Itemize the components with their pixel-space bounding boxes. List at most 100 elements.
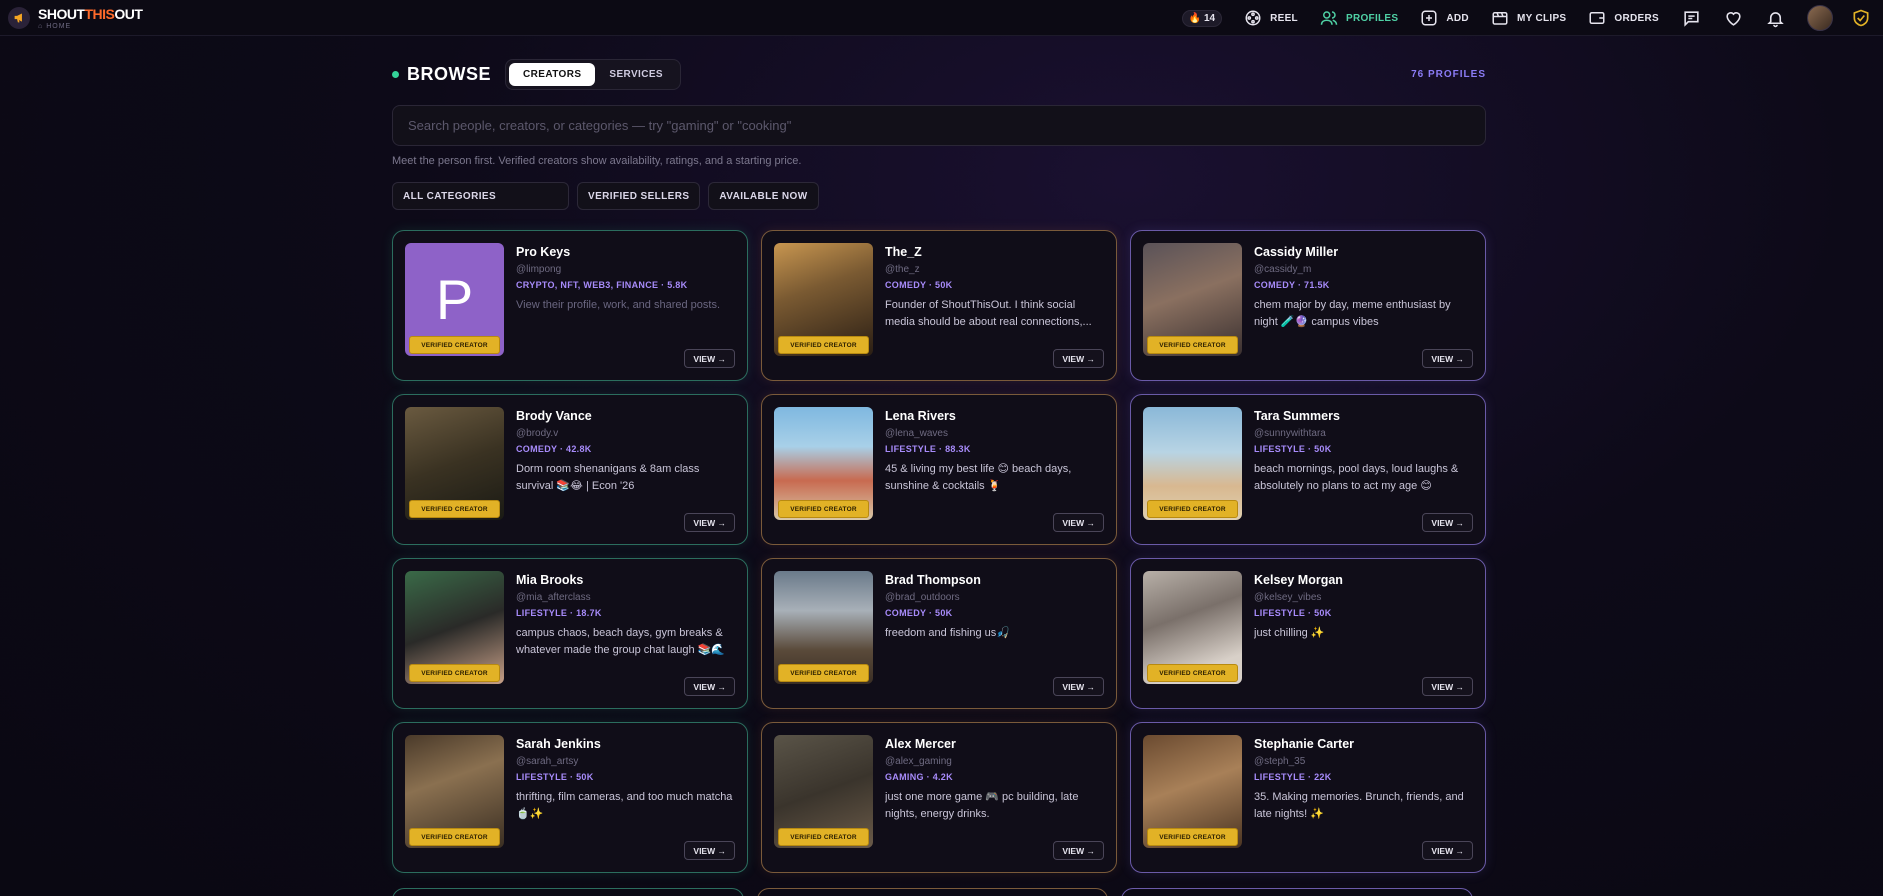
plus-square-icon: [1421, 10, 1437, 26]
creator-name: Brad Thompson: [885, 573, 981, 587]
creator-card[interactable]: VERIFIED CREATOR Tara Summers @sunnywith…: [1130, 394, 1486, 545]
view-button[interactable]: VIEW →: [1053, 513, 1104, 532]
nav-add[interactable]: ADD: [1420, 9, 1469, 27]
verified-badge: VERIFIED CREATOR: [409, 828, 500, 846]
creator-bio: chem major by day, meme enthusiast by ni…: [1254, 299, 1451, 328]
creator-tags: LIFESTYLE · 88.3K: [885, 444, 971, 454]
favorites-button[interactable]: [1723, 8, 1743, 28]
creator-bio: just chilling ✨: [1254, 627, 1325, 639]
view-button[interactable]: VIEW →: [1422, 513, 1473, 532]
coins-count: 14: [1203, 12, 1216, 24]
creator-photo: VERIFIED CREATOR: [405, 571, 504, 684]
creator-name: Cassidy Miller: [1254, 245, 1339, 259]
creator-handle: @limpong: [516, 264, 562, 275]
creator-handle: @brody.v: [516, 428, 559, 439]
verified-badge: VERIFIED CREATOR: [778, 500, 869, 518]
card-peek: [756, 888, 1109, 896]
notifications-button[interactable]: [1765, 8, 1785, 28]
creator-handle: @mia_afterclass: [516, 592, 591, 603]
verified-badge: VERIFIED CREATOR: [1147, 664, 1238, 682]
creator-photo: VERIFIED CREATOR: [405, 735, 504, 848]
creator-bio: campus chaos, beach days, gym breaks & w…: [516, 627, 726, 656]
creator-card[interactable]: VERIFIED CREATOR Mia Brooks @mia_aftercl…: [392, 558, 748, 709]
view-button[interactable]: VIEW →: [684, 841, 735, 860]
creator-bio: just one more game 🎮 pc building, late n…: [885, 791, 1079, 820]
user-avatar[interactable]: [1807, 5, 1833, 31]
creator-photo: VERIFIED CREATOR: [1143, 571, 1242, 684]
view-button[interactable]: VIEW →: [1422, 841, 1473, 860]
filter-bar: ALL CATEGORIES VERIFIED SELLERS AVAILABL…: [392, 182, 827, 210]
card-peek: [392, 888, 744, 896]
creator-photo: VERIFIED CREATOR: [774, 243, 873, 356]
creator-card[interactable]: VERIFIED CREATOR Sarah Jenkins @sarah_ar…: [392, 722, 748, 873]
available-now-filter[interactable]: AVAILABLE NOW: [708, 182, 819, 210]
creator-photo: VERIFIED CREATOR: [774, 407, 873, 520]
creator-handle: @alex_gaming: [885, 756, 952, 767]
creator-bio: Dorm room shenanigans & 8am class surviv…: [516, 463, 700, 492]
creator-card[interactable]: VERIFIED CREATOR Alex Mercer @alex_gamin…: [761, 722, 1117, 873]
creator-bio: 45 & living my best life 😊 beach days, s…: [885, 463, 1072, 492]
creator-card[interactable]: VERIFIED CREATOR Kelsey Morgan @kelsey_v…: [1130, 558, 1486, 709]
creator-photo: VERIFIED CREATOR: [1143, 407, 1242, 520]
creator-bio: freedom and fishing us🎣: [885, 627, 1010, 639]
view-button[interactable]: VIEW →: [684, 677, 735, 696]
creator-card[interactable]: VERIFIED CREATOR Lena Rivers @lena_waves…: [761, 394, 1117, 545]
tab-services[interactable]: SERVICES: [595, 63, 677, 86]
messages-button[interactable]: [1681, 8, 1701, 28]
creator-handle: @sarah_artsy: [516, 756, 579, 767]
creator-handle: @kelsey_vibes: [1254, 592, 1322, 603]
creator-bio: beach mornings, pool days, loud laughs &…: [1254, 463, 1459, 492]
verified-badge: VERIFIED CREATOR: [1147, 336, 1238, 354]
verified-badge: VERIFIED CREATOR: [409, 336, 500, 354]
search-input[interactable]: [392, 105, 1486, 146]
view-button[interactable]: VIEW →: [684, 349, 735, 368]
creator-card[interactable]: VERIFIED CREATOR The_Z @the_z COMEDY · 5…: [761, 230, 1117, 381]
brand-home-link[interactable]: SHOUTTHISOUT ⌂ HOME: [8, 5, 143, 30]
creator-card[interactable]: P VERIFIED CREATOR Pro Keys @limpong CRY…: [392, 230, 748, 381]
creator-name: Sarah Jenkins: [516, 737, 601, 751]
view-button[interactable]: VIEW →: [1053, 677, 1104, 696]
creator-name: The_Z: [885, 245, 922, 259]
creator-tags: LIFESTYLE · 22K: [1254, 772, 1332, 782]
brand-name: SHOUTTHISOUT: [38, 5, 143, 22]
creator-name: Mia Brooks: [516, 573, 584, 587]
nav-orders[interactable]: ORDERS: [1588, 9, 1659, 27]
verified-badge: VERIFIED CREATOR: [778, 336, 869, 354]
creator-card[interactable]: VERIFIED CREATOR Stephanie Carter @steph…: [1130, 722, 1486, 873]
verified-sellers-filter[interactable]: VERIFIED SELLERS: [577, 182, 701, 210]
creator-bio: Founder of ShoutThisOut. I think social …: [885, 299, 1092, 328]
creator-name: Kelsey Morgan: [1254, 573, 1343, 587]
creator-photo: VERIFIED CREATOR: [1143, 243, 1242, 356]
shield-check-icon[interactable]: [1851, 8, 1871, 28]
view-button[interactable]: VIEW →: [1053, 841, 1104, 860]
creator-photo: VERIFIED CREATOR: [1143, 735, 1242, 848]
nav-my-clips[interactable]: MY CLIPS: [1491, 9, 1566, 27]
creator-name: Stephanie Carter: [1254, 737, 1355, 751]
category-select[interactable]: ALL CATEGORIES: [392, 182, 569, 210]
tab-creators[interactable]: CREATORS: [509, 62, 596, 86]
megaphone-icon: [8, 6, 30, 29]
view-button[interactable]: VIEW →: [1053, 349, 1104, 368]
creator-tags: COMEDY · 50K: [885, 608, 953, 618]
profiles-count: 76 PROFILES: [1411, 68, 1486, 80]
wallet-icon: [1589, 12, 1605, 24]
creators-grid: P VERIFIED CREATOR Pro Keys @limpong CRY…: [392, 230, 1486, 873]
nav-profiles[interactable]: PROFILES: [1320, 9, 1398, 27]
creator-name: Brody Vance: [516, 409, 592, 423]
verified-badge: VERIFIED CREATOR: [778, 664, 869, 682]
next-row-peek: [392, 888, 1486, 896]
clapperboard-icon: [1492, 12, 1508, 25]
creator-card[interactable]: VERIFIED CREATOR Brody Vance @brody.v CO…: [392, 394, 748, 545]
nav-reel[interactable]: REEL: [1244, 9, 1298, 27]
view-button[interactable]: VIEW →: [684, 513, 735, 532]
coins-badge[interactable]: 🔥 14: [1181, 9, 1223, 27]
view-button[interactable]: VIEW →: [1422, 349, 1473, 368]
creator-card[interactable]: VERIFIED CREATOR Brad Thompson @brad_out…: [761, 558, 1117, 709]
creator-name: Lena Rivers: [885, 409, 956, 423]
creator-card[interactable]: VERIFIED CREATOR Cassidy Miller @cassidy…: [1130, 230, 1486, 381]
browse-hint: Meet the person first. Verified creators…: [392, 155, 802, 167]
browse-header: BROWSE CREATORS SERVICES 76 PROFILES: [392, 58, 1486, 90]
view-button[interactable]: VIEW →: [1422, 677, 1473, 696]
top-bar: SHOUTTHISOUT ⌂ HOME 🔥 14 REEL PROFILES A…: [0, 0, 1883, 36]
creator-bio: View their profile, work, and shared pos…: [516, 299, 721, 311]
